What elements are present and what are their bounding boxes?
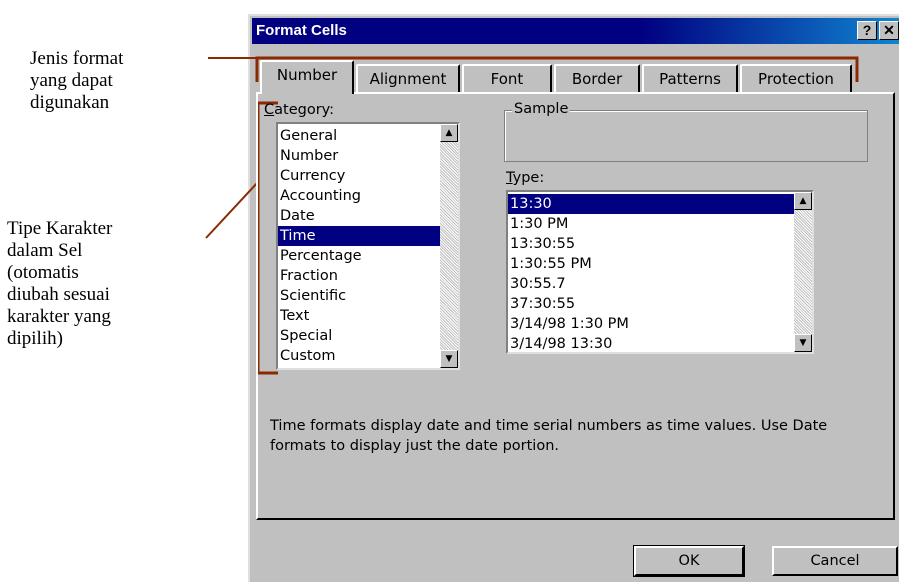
category-label: Category: (264, 102, 334, 118)
ok-button[interactable]: OK (633, 545, 745, 577)
list-item-selected[interactable]: Time (278, 226, 440, 246)
category-scrollbar[interactable]: ▲ ▼ (440, 124, 458, 368)
annotation-line: digunakan (30, 92, 110, 113)
format-cells-dialog: Format Cells ? ✕ Number Alignment Font B… (248, 14, 899, 582)
category-listbox[interactable]: General Number Currency Accounting Date … (276, 122, 460, 370)
tab-label: Font (490, 70, 524, 88)
list-item[interactable]: 30:55.7 (508, 274, 794, 294)
sample-label: Sample (512, 101, 571, 117)
list-item[interactable]: Custom (278, 346, 440, 366)
scroll-down-button[interactable]: ▼ (440, 350, 458, 368)
list-item[interactable]: 3/14/98 13:30 (508, 334, 794, 352)
title-bar[interactable]: Format Cells ? ✕ (252, 18, 899, 44)
annotation-line: diubah sesuai (7, 284, 110, 305)
category-label-text: ategory: (274, 102, 335, 118)
list-item[interactable]: 3/14/98 1:30 PM (508, 314, 794, 334)
tab-number[interactable]: Number (260, 60, 354, 94)
dialog-title: Format Cells (256, 22, 347, 39)
list-item[interactable]: Accounting (278, 186, 440, 206)
tab-alignment[interactable]: Alignment (356, 64, 460, 92)
list-item[interactable]: Fraction (278, 266, 440, 286)
list-item[interactable]: Percentage (278, 246, 440, 266)
type-listbox[interactable]: 13:30 1:30 PM 13:30:55 1:30:55 PM 30:55.… (506, 190, 814, 354)
tab-label: Protection (758, 70, 834, 88)
annotation-line: yang dapat (30, 70, 113, 91)
chevron-down-icon: ▼ (445, 354, 453, 364)
chevron-up-icon: ▲ (799, 196, 807, 206)
annotation-character-type: Tipe Karakter dalam Sel (otomatis diubah… (7, 218, 112, 350)
tab-protection[interactable]: Protection (740, 64, 852, 92)
list-item[interactable]: Date (278, 206, 440, 226)
annotation-format-types: Jenis format yang dapat digunakan (30, 48, 123, 114)
tab-label: Alignment (369, 70, 447, 88)
list-item[interactable]: Text (278, 306, 440, 326)
description-line: Time formats display date and time seria… (270, 418, 828, 434)
type-label-text: ype: (512, 170, 545, 186)
list-item[interactable]: 1:30:55 PM (508, 254, 794, 274)
list-item[interactable]: 37:30:55 (508, 294, 794, 314)
tab-patterns[interactable]: Patterns (642, 64, 738, 92)
list-item[interactable]: General (278, 126, 440, 146)
list-item[interactable]: Currency (278, 166, 440, 186)
type-accelerator: T (506, 170, 513, 186)
list-item[interactable]: Scientific (278, 286, 440, 306)
description-line: formats to display just the date portion… (270, 438, 560, 454)
cancel-button[interactable]: Cancel (772, 546, 898, 576)
list-item[interactable]: Special (278, 326, 440, 346)
type-label: Type: (506, 170, 544, 186)
list-item[interactable]: 13:30:55 (508, 234, 794, 254)
tab-border[interactable]: Border (554, 64, 640, 92)
scroll-up-button[interactable]: ▲ (794, 192, 812, 210)
tab-label: Patterns (659, 70, 721, 88)
close-icon: ✕ (883, 22, 895, 38)
list-item-selected[interactable]: 13:30 (508, 194, 794, 214)
type-scrollbar[interactable]: ▲ ▼ (794, 192, 812, 352)
format-description: Time formats display date and time seria… (270, 416, 890, 456)
chevron-down-icon: ▼ (799, 338, 807, 348)
category-accelerator: C (264, 102, 275, 118)
help-button[interactable]: ? (857, 21, 877, 40)
tab-label: Number (276, 66, 338, 84)
annotation-line: Jenis format (30, 48, 124, 69)
help-icon: ? (862, 22, 872, 38)
annotation-line: Tipe Karakter (7, 218, 113, 239)
close-button[interactable]: ✕ (879, 21, 899, 40)
annotation-line: dalam Sel (7, 240, 83, 261)
annotation-line: karakter yang (7, 306, 111, 327)
list-item[interactable]: Number (278, 146, 440, 166)
list-item[interactable]: 1:30 PM (508, 214, 794, 234)
annotation-line: (otomatis (7, 262, 79, 283)
sample-group (504, 110, 868, 162)
scroll-down-button[interactable]: ▼ (794, 334, 812, 352)
tab-label: Border (571, 70, 623, 88)
scroll-up-button[interactable]: ▲ (440, 124, 458, 142)
annotation-line: dipilih) (7, 328, 63, 349)
chevron-up-icon: ▲ (445, 128, 453, 138)
tab-font[interactable]: Font (462, 64, 552, 92)
